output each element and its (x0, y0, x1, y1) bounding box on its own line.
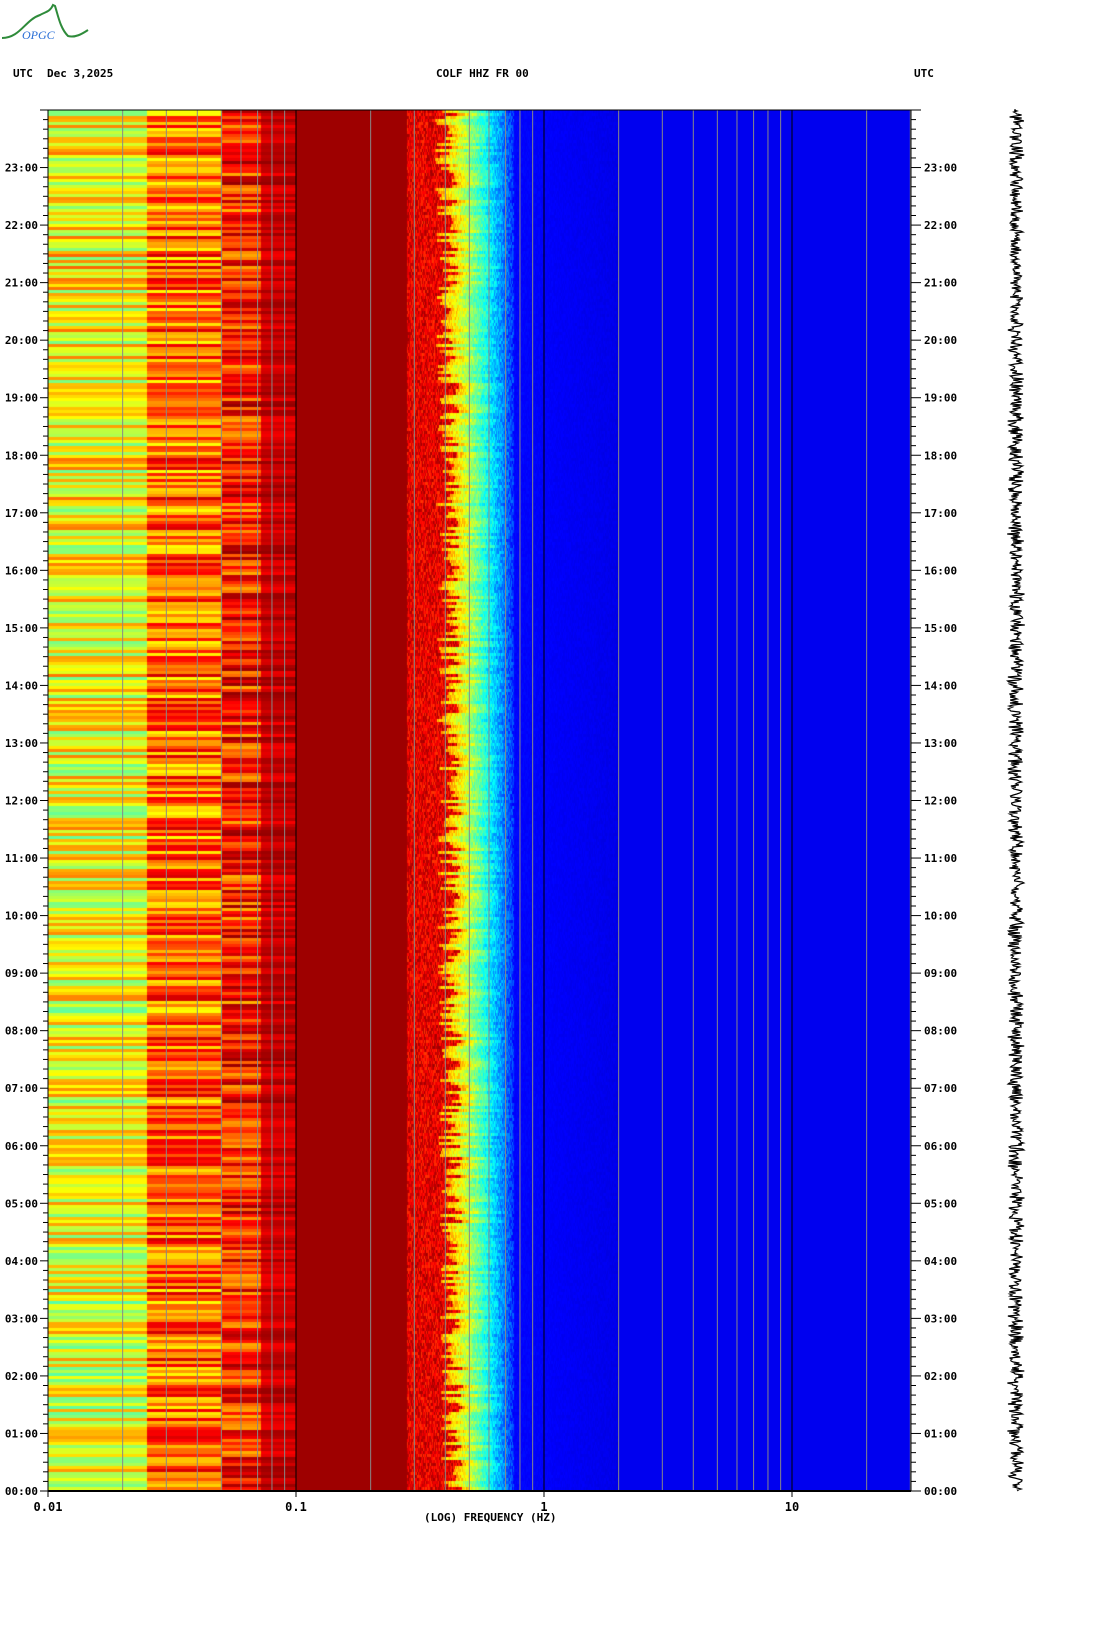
y-tick-label-right: 18:00 (924, 449, 957, 462)
y-tick-label-right: 19:00 (924, 392, 957, 405)
y-tick-label-left: 20:00 (5, 334, 38, 347)
y-tick-label-left: 21:00 (5, 277, 38, 290)
y-tick-label-left: 03:00 (5, 1312, 38, 1325)
x-tick-label: 0.1 (285, 1500, 307, 1514)
y-tick-label-right: 22:00 (924, 219, 957, 232)
y-tick-label-left: 10:00 (5, 910, 38, 923)
y-tick-label-left: 11:00 (5, 852, 38, 865)
y-tick-label-right: 02:00 (924, 1370, 957, 1383)
y-tick-label-left: 14:00 (5, 679, 38, 692)
y-tick-label-left: 12:00 (5, 795, 38, 808)
y-tick-label-right: 21:00 (924, 277, 957, 290)
y-tick-label-left: 02:00 (5, 1370, 38, 1383)
seismogram-trace (1006, 109, 1026, 1492)
y-tick-label-left: 08:00 (5, 1025, 38, 1038)
y-tick-label-right: 23:00 (924, 162, 957, 175)
y-tick-label-right: 20:00 (924, 334, 957, 347)
y-tick-label-right: 03:00 (924, 1312, 957, 1325)
y-tick-label-right: 04:00 (924, 1255, 957, 1268)
y-tick-label-left: 15:00 (5, 622, 38, 635)
y-tick-label-right: 05:00 (924, 1197, 957, 1210)
y-tick-label-left: 04:00 (5, 1255, 38, 1268)
y-tick-label-right: 09:00 (924, 967, 957, 980)
y-tick-label-left: 01:00 (5, 1427, 38, 1440)
x-axis-label: (LOG) FREQUENCY (HZ) (424, 1511, 557, 1524)
y-tick-label-right: 12:00 (924, 795, 957, 808)
y-tick-label-left: 22:00 (5, 219, 38, 232)
y-tick-label-left: 09:00 (5, 967, 38, 980)
y-tick-label-right: 13:00 (924, 737, 957, 750)
y-tick-label-left: 07:00 (5, 1082, 38, 1095)
y-tick-label-right: 11:00 (924, 852, 957, 865)
y-tick-label-right: 07:00 (924, 1082, 957, 1095)
x-tick-label: 10 (785, 1500, 799, 1514)
y-tick-label-right: 16:00 (924, 564, 957, 577)
y-tick-label-left: 16:00 (5, 564, 38, 577)
y-tick-label-left: 17:00 (5, 507, 38, 520)
y-tick-label-left: 06:00 (5, 1140, 38, 1153)
y-tick-label-right: 06:00 (924, 1140, 957, 1153)
plot-frame (47, 109, 912, 1492)
y-tick-label-left: 19:00 (5, 392, 38, 405)
chart-axes: 0.01 0.1 1 1000:00 00:0001:00 01:0002:00 02:00… (5, 109, 1026, 1514)
y-tick-label-right: 08:00 (924, 1025, 957, 1038)
y-tick-label-right: 10:00 (924, 910, 957, 923)
y-tick-label-left: 23:00 (5, 162, 38, 175)
x-tick-label: 0.01 (34, 1500, 63, 1514)
y-tick-label-right: 15:00 (924, 622, 957, 635)
y-tick-label-left: 05:00 (5, 1197, 38, 1210)
y-tick-label-left: 00:00 (5, 1485, 38, 1498)
y-tick-label-right: 00:00 (924, 1485, 957, 1498)
y-tick-label-right: 14:00 (924, 679, 957, 692)
y-tick-label-left: 18:00 (5, 449, 38, 462)
y-tick-label-right: 01:00 (924, 1427, 957, 1440)
y-tick-label-right: 17:00 (924, 507, 957, 520)
y-tick-label-left: 13:00 (5, 737, 38, 750)
